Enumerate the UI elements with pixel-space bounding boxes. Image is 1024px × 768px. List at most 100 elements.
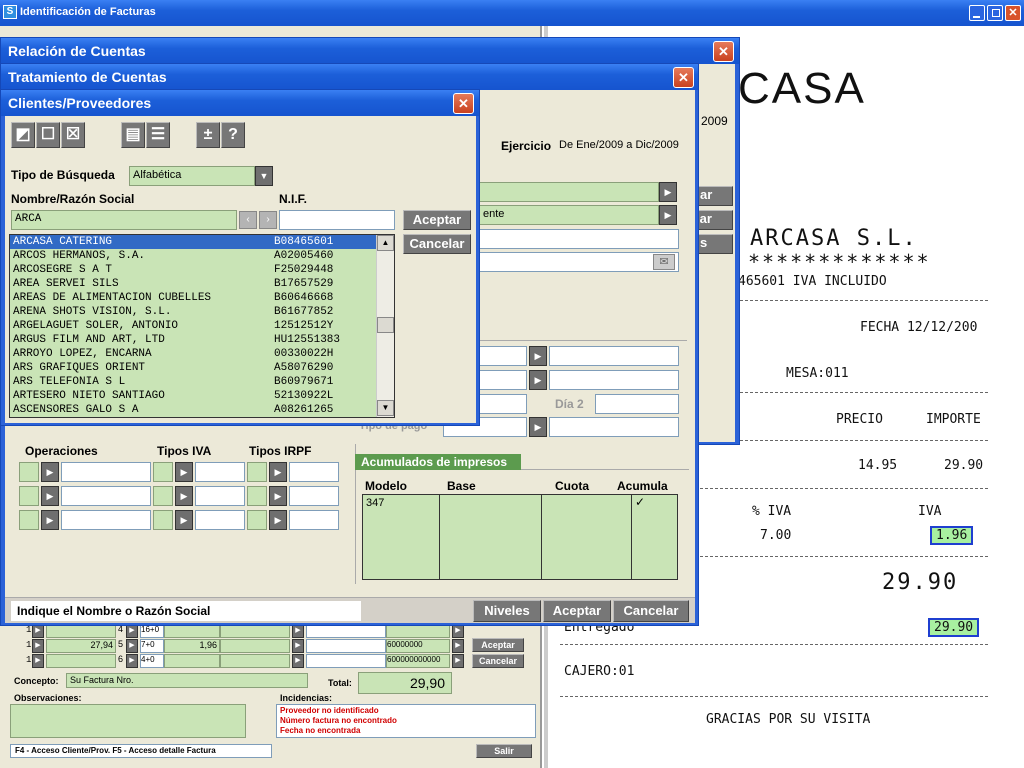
main-aceptar-button[interactable]: Aceptar (472, 638, 524, 652)
observaciones-label: Observaciones: (14, 693, 82, 703)
acumulados-tab[interactable]: Acumulados de impresos (355, 454, 521, 470)
receipt-mesa: MESA:011 (786, 366, 849, 381)
scroll-thumb[interactable] (377, 317, 394, 333)
list-item[interactable]: ARENA SHOTS VISION, S.L. B61677852 (10, 305, 394, 319)
main-cancelar-button[interactable]: Cancelar (472, 654, 524, 668)
tipo-cuenta-field[interactable]: ente (479, 205, 659, 225)
concepto-field[interactable]: Su Factura Nro. (66, 673, 308, 688)
clientes-aceptar-button[interactable]: Aceptar (403, 210, 471, 230)
main-grid: 1 ▶ 4 ▶ 16+0 ▶ ▶ 1 ▶ 27,94 5 ▶ 7+0 1,96 … (10, 624, 470, 670)
nombre-label: Nombre/Razón Social (11, 192, 135, 206)
tipo-busqueda-label: Tipo de Búsqueda (11, 168, 115, 182)
print-icon[interactable]: ▤ (121, 122, 145, 148)
cancelar-button[interactable]: Cancelar (613, 600, 689, 622)
field-a[interactable] (479, 346, 527, 366)
ejercicio-value: De Ene/2009 a Dic/2009 (559, 139, 679, 151)
close-icon[interactable]: ✕ (713, 41, 734, 62)
clientes-dialog: Clientes/Proveedores ✕ ◩ ☐ ☒ ▤ ☰ ± ? Tip… (0, 89, 480, 426)
close-icon[interactable]: ✕ (673, 67, 694, 88)
field-d[interactable] (549, 370, 679, 390)
nombre-field[interactable] (479, 229, 679, 249)
plus-minus-icon[interactable]: ± (196, 122, 220, 148)
arrow-button[interactable]: ▶ (529, 417, 547, 437)
help-icon[interactable]: ? (221, 122, 245, 148)
list-item[interactable]: ARCOS HERMANOS, S.A. A02005460 (10, 249, 394, 263)
receipt-entregado-value[interactable]: 29.90 (928, 618, 980, 637)
acum-check-cell[interactable]: ✓ (635, 495, 645, 509)
tipos-irpf-label: Tipos IRPF (249, 444, 312, 458)
section-divider (477, 340, 687, 341)
receipt-precio-header: PRECIO (836, 412, 883, 427)
app-title: Identificación de Facturas (20, 6, 156, 18)
list-item[interactable]: ARROYO LOPEZ, ENCARNA 00330022H (10, 347, 394, 361)
arrow-button[interactable]: ▶ (659, 205, 677, 225)
restore-icon[interactable] (987, 5, 1003, 21)
close-icon[interactable]: ✕ (453, 93, 474, 114)
operaciones-grid: ▶ ▶ ▶ ▶ ▶ ▶ ▶ ▶ ▶ (19, 462, 349, 532)
cuenta-field[interactable] (479, 182, 659, 202)
scroll-down-icon[interactable]: ▼ (377, 400, 394, 416)
receipt-precio-value: 14.95 (858, 458, 898, 473)
list-item[interactable]: ARCASA CATERING B08465601 (10, 235, 394, 249)
list-item[interactable]: AREA SERVEI SILS B17657529 (10, 277, 394, 291)
nif-input[interactable] (279, 210, 395, 230)
list-item[interactable]: ARS TELEFONIA S L B60979671 (10, 375, 394, 389)
arrow-button[interactable]: ▶ (659, 182, 677, 202)
chevron-left-icon[interactable]: ‹ (239, 211, 257, 229)
dia2-field[interactable] (595, 394, 679, 414)
delete-icon[interactable]: ☒ (61, 122, 85, 148)
chevron-down-icon[interactable]: ▼ (255, 166, 273, 186)
list-item[interactable]: ARCOSEGRE S A T F25029448 (10, 263, 394, 277)
receipt-total-big: 29.90 (882, 570, 959, 595)
minimize-icon[interactable] (969, 5, 985, 21)
mail-icon[interactable]: ✉ (653, 254, 675, 270)
acum-header-modelo: Modelo (365, 479, 407, 493)
salir-button[interactable]: Salir (476, 744, 532, 758)
tipo-busqueda-select[interactable]: Alfabética (129, 166, 255, 186)
results-list[interactable]: ARCASA CATERING B08465601 ARCOS HERMANOS,… (9, 234, 395, 418)
new-icon[interactable]: ◩ (11, 122, 35, 148)
list-icon[interactable]: ☰ (146, 122, 170, 148)
list-scrollbar[interactable]: ▲ ▼ (376, 235, 394, 417)
dia1-field[interactable] (479, 394, 527, 414)
clientes-cancelar-button[interactable]: Cancelar (403, 234, 471, 254)
receipt-iva-value[interactable]: 1.96 (930, 526, 974, 545)
list-item[interactable]: ARGUS FILM AND ART, LTD HU12551383 (10, 333, 394, 347)
tipo-pago-desc-field[interactable] (549, 417, 679, 437)
acum-modelo-cell[interactable]: 347 (366, 497, 384, 509)
arrow-button[interactable]: ▶ (529, 370, 547, 390)
square-icon[interactable]: ☐ (36, 122, 60, 148)
status-text: Indique el Nombre o Razón Social (11, 601, 361, 621)
niveles-button[interactable]: Niveles (473, 600, 541, 622)
field-b[interactable] (549, 346, 679, 366)
search-input[interactable]: ARCA (11, 210, 237, 230)
observaciones-field[interactable] (10, 704, 246, 738)
main-title-bar: S Identificación de Facturas ✕ (0, 0, 1024, 26)
receipt-pct-iva-header: % IVA (752, 504, 792, 519)
relacion-title: Relación de Cuentas (1, 38, 739, 64)
close-icon[interactable]: ✕ (1005, 5, 1021, 21)
nif-label: N.I.F. (279, 192, 308, 206)
arrow-button[interactable]: ▶ (529, 346, 547, 366)
relacion-date-fragment: 2009 (701, 114, 728, 128)
list-item[interactable]: ARTESERO NIETO SANTIAGO 52130922L (10, 389, 394, 403)
receipt-stars: ************* (748, 250, 931, 274)
email-field[interactable] (479, 252, 679, 272)
divider (560, 644, 988, 645)
list-item[interactable]: ARS GRAFIQUES ORIENT A58076290 (10, 361, 394, 375)
total-label: Total: (328, 678, 352, 688)
receipt-company: ARCASA S.L. (750, 226, 918, 251)
clientes-title: Clientes/Proveedores (1, 90, 479, 116)
scroll-up-icon[interactable]: ▲ (377, 235, 394, 251)
list-item[interactable]: ASCENSORES GALO S A A08261265 (10, 403, 394, 417)
acum-table: 347 ✓ (362, 494, 678, 580)
receipt-fecha: FECHA 12/12/200 (860, 320, 978, 335)
receipt-pct-iva-value: 7.00 (760, 528, 792, 543)
incidencia-item: Proveedor no identificado (280, 706, 379, 715)
row-arrow-button[interactable]: ▶ (32, 624, 44, 638)
list-item[interactable]: ARGELAGUET SOLER, ANTONIO 12512512Y (10, 319, 394, 333)
aceptar-button[interactable]: Aceptar (543, 600, 611, 622)
list-item[interactable]: AREAS DE ALIMENTACION CUBELLES B60646668 (10, 291, 394, 305)
chevron-right-icon[interactable]: › (259, 211, 277, 229)
field-c[interactable] (479, 370, 527, 390)
